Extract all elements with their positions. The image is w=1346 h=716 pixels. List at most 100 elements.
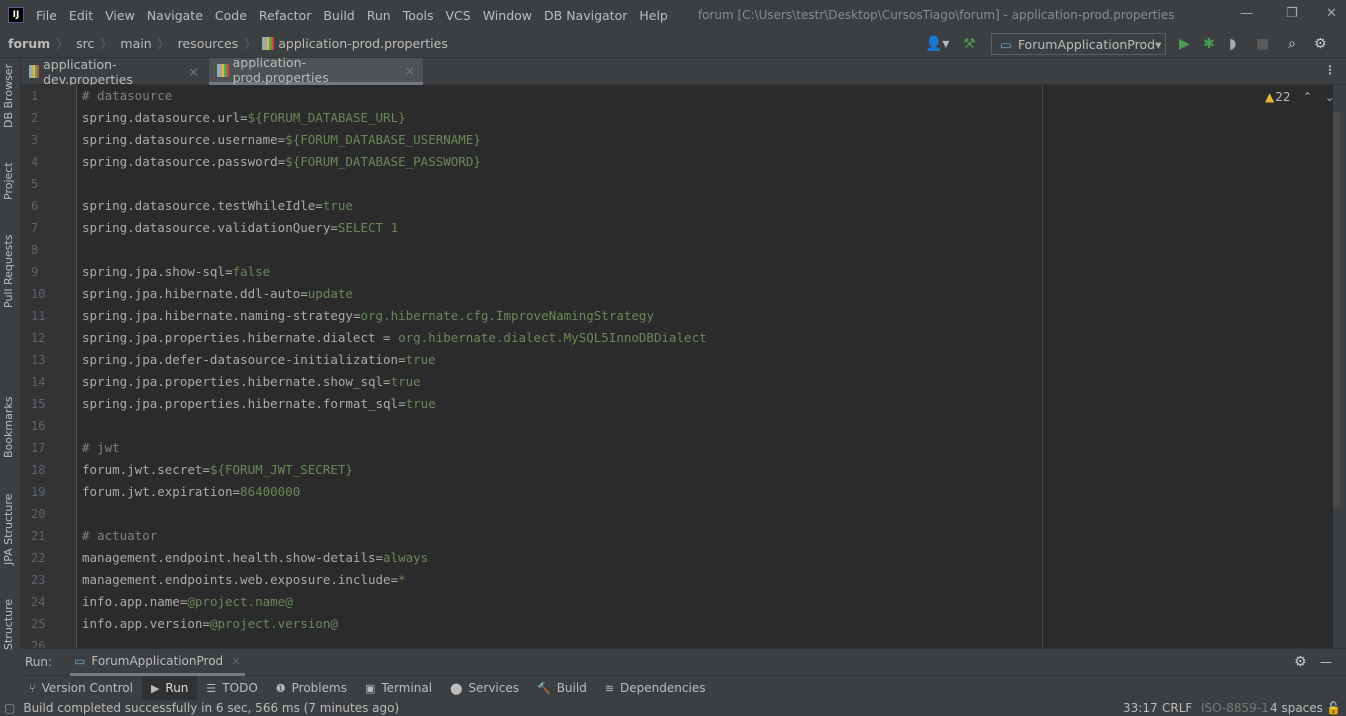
close-tab-icon[interactable]: × [405,63,415,78]
code-line: spring.datasource.url=${FORUM_DATABASE_U… [82,110,406,125]
separator: = [240,110,248,125]
editor-tabs: application-dev.properties × application… [21,55,1346,87]
next-highlight-icon[interactable]: ⌄ [1325,90,1335,104]
tool-project[interactable]: Project [2,162,15,200]
gear-icon[interactable]: ⚙ [1294,654,1307,670]
line-number: 17 [31,441,46,455]
version-control-icon: ⑂ [29,681,36,695]
toolwindow-dependencies[interactable]: ≋ Dependencies [596,676,715,700]
menu-code[interactable]: Code [215,8,247,23]
run-tab[interactable]: ▭ ForumApplicationProd × [70,649,246,676]
code-line: info.app.name=@project.name@ [82,594,293,609]
previous-highlight-icon[interactable]: ⌃ [1303,90,1313,104]
toolwindow-problems[interactable]: ❶ Problems [267,676,356,700]
hide-panel-icon[interactable]: — [1320,655,1332,669]
panel-toggle-icon[interactable]: ▢ [4,701,15,715]
debug-icon[interactable]: ✱ [1203,36,1215,52]
property-key: management.endpoints.web.exposure.includ… [82,572,391,587]
menu-refactor[interactable]: Refactor [259,8,311,23]
search-icon[interactable]: ⌕ [1288,36,1296,52]
run-icon[interactable]: ▶ [1179,36,1190,52]
breadcrumb-item[interactable]: main [120,36,151,51]
tool-structure[interactable]: Structure [2,599,15,650]
tool-pull-requests[interactable]: Pull Requests [2,235,15,308]
menu-navigate[interactable]: Navigate [147,8,203,23]
property-value: 86400000 [240,484,301,499]
coverage-icon[interactable]: ◗ [1229,36,1236,52]
menu-vcs[interactable]: VCS [446,8,471,23]
inspection-widget[interactable]: ▲ 22 ⌃ ⌄ [1265,90,1335,104]
toolwindow-label: Services [468,681,519,695]
toolwindow-run[interactable]: ▶ Run [141,676,198,700]
toolwindow-terminal[interactable]: ▣ Terminal [356,676,441,700]
code-line: spring.datasource.username=${FORUM_DATAB… [82,132,481,147]
property-value: true [405,352,436,367]
menu-db-navigator[interactable]: DB Navigator [544,8,627,23]
breadcrumb-item[interactable]: forum [8,36,50,51]
tab-application-prod[interactable]: application-prod.properties × [209,55,423,85]
property-key: spring.jpa.properties.hibernate.dialect [82,330,376,345]
breadcrumb-item[interactable]: resources [178,36,239,51]
code-line: spring.jpa.properties.hibernate.format_s… [82,396,436,411]
close-tab-icon[interactable]: × [231,654,241,668]
line-number: 3 [31,133,39,147]
build-hammer-icon[interactable]: ⚒ [963,36,976,52]
code-line: forum.jwt.expiration=86400000 [82,484,300,499]
line-separator[interactable]: CRLF [1162,701,1192,715]
tool-bookmarks[interactable]: Bookmarks [2,397,15,458]
menu-view[interactable]: View [105,8,135,23]
caret-position[interactable]: 33:17 [1123,701,1158,715]
line-number: 14 [31,375,46,389]
code-line: # jwt [82,440,120,455]
indent-setting[interactable]: 4 spaces [1270,701,1323,715]
file-encoding[interactable]: ISO-8859-1 [1201,701,1269,715]
separator: = [225,264,233,279]
chevron-down-icon: ▾ [1155,36,1162,52]
editor-scrollbar[interactable] [1333,112,1340,507]
stop-icon[interactable]: ■ [1256,36,1269,52]
right-margin-guide [1042,85,1043,648]
line-number: 6 [31,199,39,213]
code-line: spring.jpa.hibernate.ddl-auto=update [82,286,353,301]
close-button[interactable]: ✕ [1326,6,1337,21]
lock-icon[interactable]: 🔓 [1326,701,1341,715]
menu-tools[interactable]: Tools [403,8,434,23]
separator: = [202,462,210,477]
toolwindow-build[interactable]: 🔨 Build [528,676,596,700]
status-bar: ▢ Build completed successfully in 6 sec,… [0,700,1346,716]
breadcrumb-item[interactable]: application-prod.properties [278,36,448,51]
restore-button[interactable]: ❐ [1286,6,1298,21]
property-value: ${FORUM_DATABASE_URL} [247,110,406,125]
property-value: ${FORUM_DATABASE_PASSWORD} [285,154,481,169]
toolwindow-version-control[interactable]: ⑂ Version Control [20,676,142,700]
separator: = [232,484,241,499]
vcs-user-icon[interactable]: 👤▾ [925,36,949,52]
code-editor[interactable]: # datasource spring.datasource.url=${FORU… [77,85,1333,648]
menu-edit[interactable]: Edit [69,8,93,23]
code-line: management.endpoint.health.show-details=… [82,550,428,565]
separator: = [390,572,399,587]
separator: = [398,396,406,411]
minimize-button[interactable]: — [1240,6,1253,21]
toolwindow-label: Run [165,681,189,695]
tool-db-browser[interactable]: DB Browser [2,64,15,128]
toolwindow-todo[interactable]: ☰ TODO [197,676,266,700]
property-key: spring.jpa.properties.hibernate.show_sql [82,374,384,389]
more-tabs-icon[interactable]: ⋮ [1324,63,1336,77]
tool-jpa-structure[interactable]: JPA Structure [2,494,15,565]
breadcrumb-item[interactable]: src [76,36,94,51]
comment: # jwt [82,440,120,455]
menu-file[interactable]: File [36,8,57,23]
toolwindow-services[interactable]: ⬤ Services [441,676,528,700]
tab-application-dev[interactable]: application-dev.properties × [21,57,207,87]
menu-run[interactable]: Run [367,8,391,23]
line-number: 9 [31,265,39,279]
run-configuration-select[interactable]: ▭ ForumApplicationProd ▾ [991,33,1166,55]
close-tab-icon[interactable]: × [189,64,199,79]
property-value: @project.name@ [187,594,293,609]
menu-help[interactable]: Help [639,8,668,23]
gear-icon[interactable]: ⚙ [1314,36,1327,52]
toolwindow-label: Terminal [381,681,433,695]
menu-build[interactable]: Build [323,8,354,23]
menu-window[interactable]: Window [483,8,532,23]
